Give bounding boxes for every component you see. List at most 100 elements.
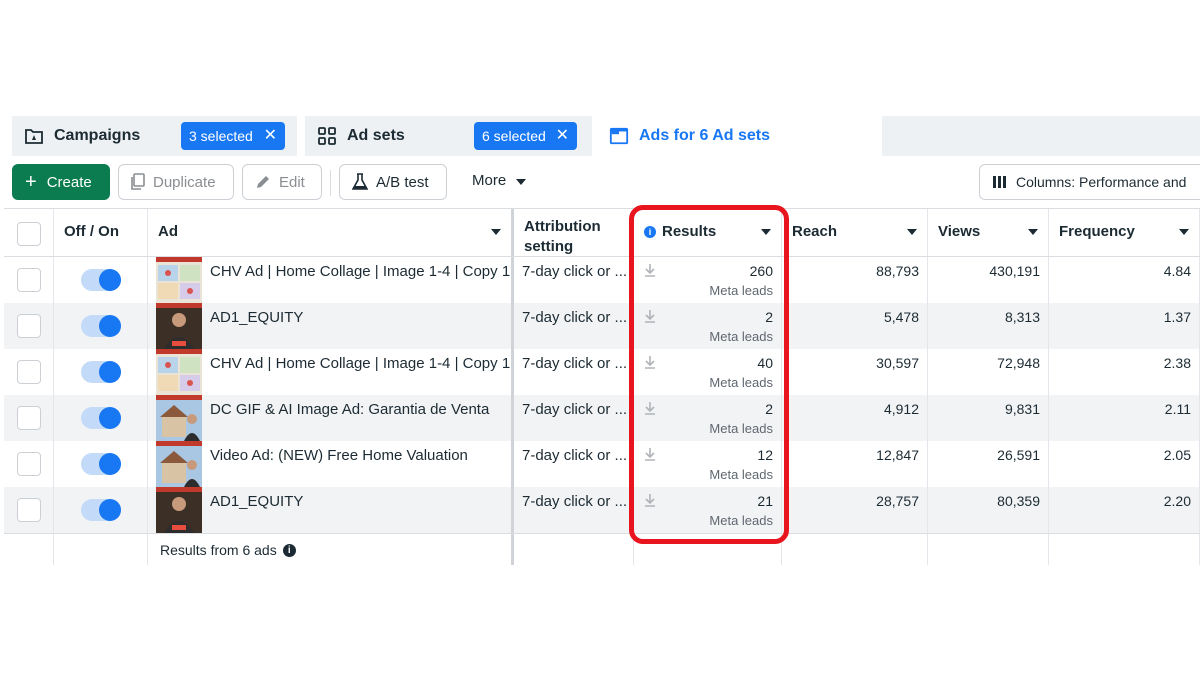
download-icon[interactable]	[644, 493, 656, 512]
row-checkbox[interactable]	[17, 314, 41, 338]
ads-window-icon	[609, 126, 629, 146]
row-select-cell	[4, 349, 54, 395]
download-icon[interactable]	[644, 355, 656, 374]
header-attribution-line2: setting	[524, 238, 574, 255]
table-row[interactable]: AD1_EQUITY 7-day click or ... 21 Meta le…	[4, 487, 1200, 533]
download-icon[interactable]	[644, 447, 656, 466]
ad-name[interactable]: AD1_EQUITY	[210, 493, 303, 510]
row-reach-cell: 88,793	[782, 257, 928, 303]
chevron-down-icon[interactable]	[1179, 229, 1189, 235]
row-attribution-cell: 7-day click or ...	[514, 441, 634, 487]
ad-name[interactable]: Video Ad: (NEW) Free Home Valuation	[210, 447, 468, 464]
row-checkbox[interactable]	[17, 498, 41, 522]
ad-name[interactable]: DC GIF & AI Image Ad: Garantia de Venta	[210, 401, 489, 418]
chevron-down-icon[interactable]	[761, 229, 771, 235]
clear-adsets-icon[interactable]: ✕	[556, 128, 569, 144]
ad-thumbnail[interactable]	[156, 257, 202, 303]
chevron-down-icon[interactable]	[907, 229, 917, 235]
header-results[interactable]: i Results	[634, 209, 782, 256]
results-type: Meta leads	[709, 467, 773, 482]
clear-campaigns-icon[interactable]: ✕	[264, 128, 277, 144]
tab-adsets[interactable]: Ad sets 6 selected ✕	[305, 116, 592, 156]
more-dropdown[interactable]: More	[472, 172, 527, 189]
download-icon[interactable]	[644, 263, 656, 282]
ad-name[interactable]: CHV Ad | Home Collage | Image 1-4 | Copy…	[210, 355, 511, 372]
header-attribution[interactable]: Attribution setting	[514, 209, 634, 256]
chevron-down-icon[interactable]	[1028, 229, 1038, 235]
toggle-knob	[99, 315, 121, 337]
select-all-checkbox[interactable]	[17, 222, 41, 246]
table-row[interactable]: CHV Ad | Home Collage | Image 1-4 | Copy…	[4, 349, 1200, 395]
ad-thumbnail[interactable]	[156, 441, 202, 487]
table-row[interactable]: DC GIF & AI Image Ad: Garantia de Venta …	[4, 395, 1200, 441]
footer-cell-views	[928, 534, 1049, 565]
ab-test-button[interactable]: A/B test	[339, 164, 447, 200]
ad-thumbnail[interactable]	[156, 349, 202, 395]
ad-name[interactable]: AD1_EQUITY	[210, 309, 303, 326]
row-frequency-cell: 2.38	[1049, 349, 1200, 395]
ad-toggle[interactable]	[81, 269, 121, 291]
header-reach[interactable]: Reach	[782, 209, 928, 256]
attribution-value: 7-day click or ...	[522, 493, 628, 510]
attribution-value: 7-day click or ...	[522, 355, 628, 372]
row-frequency-cell: 4.84	[1049, 257, 1200, 303]
ad-toggle[interactable]	[81, 499, 121, 521]
results-value: 2	[765, 401, 773, 417]
campaigns-selected-chip[interactable]: 3 selected ✕	[181, 122, 285, 150]
ad-toggle[interactable]	[81, 453, 121, 475]
ad-thumbnail[interactable]	[156, 395, 202, 441]
row-checkbox[interactable]	[17, 406, 41, 430]
row-attribution-cell: 7-day click or ...	[514, 257, 634, 303]
row-results-cell: 40 Meta leads	[634, 349, 782, 395]
tabbar-background	[882, 116, 1200, 156]
ad-thumbnail[interactable]	[156, 487, 202, 533]
download-icon[interactable]	[644, 401, 656, 420]
reach-value: 5,478	[883, 309, 919, 325]
tab-campaigns[interactable]: Campaigns 3 selected ✕	[12, 116, 297, 156]
header-frequency[interactable]: Frequency	[1049, 209, 1200, 256]
header-reach-label: Reach	[792, 223, 838, 240]
info-icon[interactable]: i	[644, 226, 656, 239]
duplicate-button[interactable]: Duplicate	[118, 164, 234, 200]
pencil-icon	[255, 174, 271, 190]
row-checkbox[interactable]	[17, 452, 41, 476]
header-ad[interactable]: Ad	[148, 209, 514, 256]
edit-button[interactable]: Edit	[242, 164, 322, 200]
ad-toggle[interactable]	[81, 361, 121, 383]
row-checkbox[interactable]	[17, 360, 41, 384]
adsets-selected-chip[interactable]: 6 selected ✕	[474, 122, 577, 150]
row-select-cell	[4, 487, 54, 533]
row-views-cell: 26,591	[928, 441, 1049, 487]
views-value: 9,831	[1004, 401, 1040, 417]
header-views[interactable]: Views	[928, 209, 1049, 256]
ad-toggle[interactable]	[81, 407, 121, 429]
views-value: 72,948	[997, 355, 1040, 371]
row-ad-cell: AD1_EQUITY	[148, 487, 514, 533]
row-results-cell: 2 Meta leads	[634, 395, 782, 441]
row-toggle-cell	[54, 349, 148, 395]
toggle-knob	[99, 407, 121, 429]
header-frequency-label: Frequency	[1059, 223, 1135, 240]
row-checkbox[interactable]	[17, 268, 41, 292]
row-toggle-cell	[54, 257, 148, 303]
table-row[interactable]: Video Ad: (NEW) Free Home Valuation 7-da…	[4, 441, 1200, 487]
table-row[interactable]: AD1_EQUITY 7-day click or ... 2 Meta lea…	[4, 303, 1200, 349]
chevron-down-icon[interactable]	[491, 229, 501, 235]
table-row[interactable]: CHV Ad | Home Collage | Image 1-4 | Copy…	[4, 257, 1200, 303]
ad-thumbnail[interactable]	[156, 303, 202, 349]
download-icon[interactable]	[644, 309, 656, 328]
create-button[interactable]: + Create	[12, 164, 110, 200]
toolbar: + Create Duplicate Edit A/B test More Co…	[0, 162, 1200, 202]
duplicate-label: Duplicate	[153, 173, 216, 191]
tab-ads[interactable]: Ads for 6 Ad sets	[597, 116, 882, 156]
views-value: 26,591	[997, 447, 1040, 463]
campaigns-selected-text: 3 selected	[189, 128, 253, 144]
row-results-cell: 260 Meta leads	[634, 257, 782, 303]
info-icon[interactable]: i	[282, 543, 296, 557]
footer-cell-ad: Results from 6 ads i	[148, 534, 514, 565]
reach-value: 30,597	[876, 355, 919, 371]
columns-dropdown[interactable]: Columns: Performance and	[979, 164, 1200, 200]
row-frequency-cell: 2.20	[1049, 487, 1200, 533]
ad-name[interactable]: CHV Ad | Home Collage | Image 1-4 | Copy…	[210, 263, 511, 280]
ad-toggle[interactable]	[81, 315, 121, 337]
